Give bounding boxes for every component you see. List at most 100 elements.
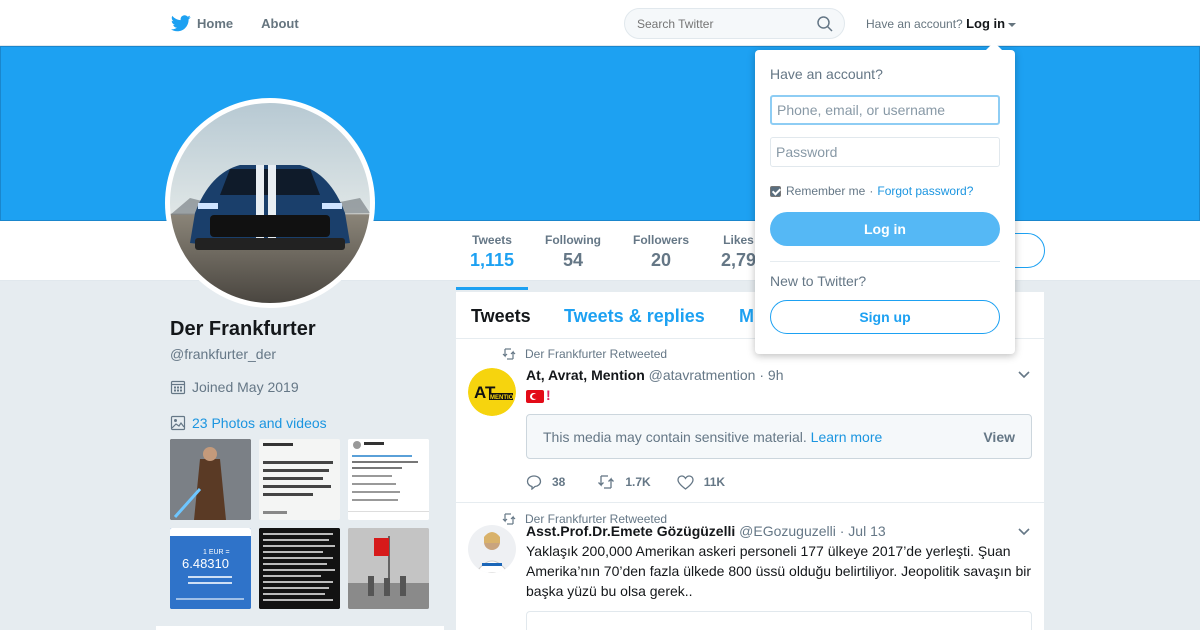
- tweet-handle[interactable]: @EGozuguzelli: [739, 523, 836, 539]
- chevron-down-icon[interactable]: [1018, 371, 1030, 379]
- nav-left: Home About: [171, 0, 327, 46]
- tweet-author[interactable]: Asst.Prof.Dr.Emete Gözügüzelli: [526, 523, 735, 539]
- forgot-password-link[interactable]: Forgot password?: [877, 184, 973, 198]
- media-card-preview[interactable]: [526, 611, 1032, 630]
- remember-row: Remember me · Forgot password?: [770, 184, 973, 198]
- photos-videos-label[interactable]: 23 Photos and videos: [192, 415, 327, 431]
- sensitive-message: This media may contain sensitive materia…: [543, 429, 882, 445]
- username-field[interactable]: [770, 95, 1000, 125]
- photo-thumb[interactable]: [259, 439, 340, 520]
- joined-date: Joined May 2019: [170, 379, 299, 395]
- learn-more-link[interactable]: Learn more: [811, 429, 883, 445]
- remember-label[interactable]: Remember me: [786, 184, 865, 198]
- login-toggle-label[interactable]: Log in: [966, 16, 1005, 31]
- dropdown-divider: [770, 261, 1000, 262]
- retweet-context: Der Frankfurter Retweeted: [502, 347, 667, 361]
- profile-screenshot-photo: [348, 439, 429, 520]
- svg-text:6.48310: 6.48310: [182, 556, 229, 571]
- tweet-header: At, Avrat, Mention @atavratmention · 9h: [526, 367, 783, 383]
- tweet-header: Asst.Prof.Dr.Emete Gözügüzelli @EGozuguz…: [526, 523, 886, 539]
- stat-followers-value: 20: [650, 250, 672, 270]
- password-field[interactable]: [770, 137, 1000, 167]
- top-navigation-bar: Home About Have an account? Log in: [0, 0, 1200, 46]
- tweet-time[interactable]: · 9h: [759, 367, 783, 383]
- photos-videos-link[interactable]: 23 Photos and videos: [170, 415, 327, 431]
- stat-likes-value: 2,79: [721, 250, 757, 270]
- login-button[interactable]: Log in: [770, 212, 1000, 246]
- twitter-bird-icon[interactable]: [171, 14, 191, 32]
- profile-avatar[interactable]: [165, 98, 375, 308]
- login-toggle[interactable]: Have an account? Log in: [866, 16, 1017, 31]
- retweet-small-icon: [502, 513, 516, 525]
- image-icon: [170, 415, 186, 431]
- reply-count: 38: [552, 475, 566, 489]
- caret-down-icon: [1008, 22, 1017, 27]
- tweet-handle[interactable]: @atavratmention: [649, 367, 756, 383]
- dark-text-photo: [259, 528, 340, 609]
- tweet-text-suffix: !: [546, 387, 551, 403]
- chevron-down-icon[interactable]: [1018, 528, 1030, 536]
- jedi-photo: [170, 439, 251, 520]
- separator-dot: ·: [869, 184, 874, 198]
- tweet[interactable]: Der Frankfurter Retweeted AT MENTION At,…: [456, 339, 1044, 503]
- retweet-context-text[interactable]: Der Frankfurter Retweeted: [525, 347, 667, 361]
- soldiers-flag-photo: [348, 528, 429, 609]
- profile-card: Der Frankfurter @frankfurter_der Joined …: [170, 318, 440, 431]
- stat-following-label: Following: [545, 233, 601, 247]
- atavrat-logo: AT MENTION: [468, 368, 516, 416]
- photo-thumb[interactable]: [348, 528, 429, 609]
- login-dropdown: Have an account? Remember me · Forgot pa…: [755, 42, 1015, 354]
- photo-thumb[interactable]: [348, 439, 429, 520]
- tweet-actions: 38 1.7K 11K: [526, 474, 751, 490]
- stat-tweets-label: Tweets: [472, 233, 512, 247]
- remember-checkbox[interactable]: [770, 185, 781, 197]
- tab-tweets[interactable]: Tweets: [471, 306, 531, 327]
- have-account-text: Have an account?: [866, 17, 963, 31]
- tweet-text: !: [526, 385, 1036, 405]
- sensitive-text: This media may contain sensitive materia…: [543, 429, 807, 445]
- profile-handle[interactable]: @frankfurter_der: [170, 346, 440, 362]
- stat-following-value: 54: [562, 250, 584, 270]
- car-photo: [170, 103, 370, 303]
- calendar-icon: [170, 380, 186, 395]
- left-bottom-card: [156, 626, 444, 630]
- tweet-author[interactable]: At, Avrat, Mention: [526, 367, 645, 383]
- svg-text:1 EUR =: 1 EUR =: [203, 549, 230, 556]
- reply-action[interactable]: 38: [526, 474, 565, 490]
- nav-about-link[interactable]: About: [261, 16, 299, 31]
- stat-following[interactable]: Following 54: [545, 233, 601, 271]
- retweet-action[interactable]: 1.7K: [597, 475, 651, 489]
- stat-likes-label: Likes: [723, 233, 754, 247]
- tweet-screenshot-photo: [259, 439, 340, 520]
- nav-home-link[interactable]: Home: [197, 16, 233, 31]
- tweet[interactable]: Der Frankfurter Retweeted Asst.Prof.Dr.E…: [456, 504, 1044, 630]
- tweet-avatar[interactable]: [468, 525, 516, 573]
- reply-icon: [526, 475, 542, 490]
- view-sensitive-button[interactable]: View: [983, 429, 1015, 445]
- joined-text: Joined May 2019: [192, 379, 299, 395]
- signup-button[interactable]: Sign up: [770, 300, 1000, 334]
- like-action[interactable]: 11K: [677, 474, 726, 490]
- svg-text:MENTION: MENTION: [490, 395, 516, 401]
- stat-followers[interactable]: Followers 20: [633, 233, 689, 271]
- tweet-avatar[interactable]: AT MENTION: [468, 368, 516, 416]
- retweet-small-icon: [502, 348, 516, 360]
- stat-followers-label: Followers: [633, 233, 690, 247]
- profile-name[interactable]: Der Frankfurter: [170, 318, 440, 341]
- photo-thumb[interactable]: 1 EUR = 6.48310: [170, 528, 251, 609]
- like-count: 11K: [703, 475, 726, 489]
- tab-media[interactable]: M: [739, 306, 754, 327]
- search-icon[interactable]: [817, 16, 833, 32]
- search-box: [624, 8, 845, 39]
- photo-thumb[interactable]: [170, 439, 251, 520]
- dropdown-title: Have an account?: [770, 66, 883, 82]
- photo-thumb[interactable]: [259, 528, 340, 609]
- retweet-count: 1.7K: [625, 475, 651, 489]
- avatar-image: [170, 103, 370, 303]
- tweet-time[interactable]: · Jul 13: [840, 523, 886, 539]
- stat-tweets[interactable]: Tweets 1,115: [455, 233, 529, 290]
- author-photo: [468, 525, 516, 573]
- tab-tweets-replies[interactable]: Tweets & replies: [564, 306, 705, 327]
- search-input[interactable]: [625, 9, 805, 38]
- stat-likes[interactable]: Likes 2,79: [721, 233, 756, 271]
